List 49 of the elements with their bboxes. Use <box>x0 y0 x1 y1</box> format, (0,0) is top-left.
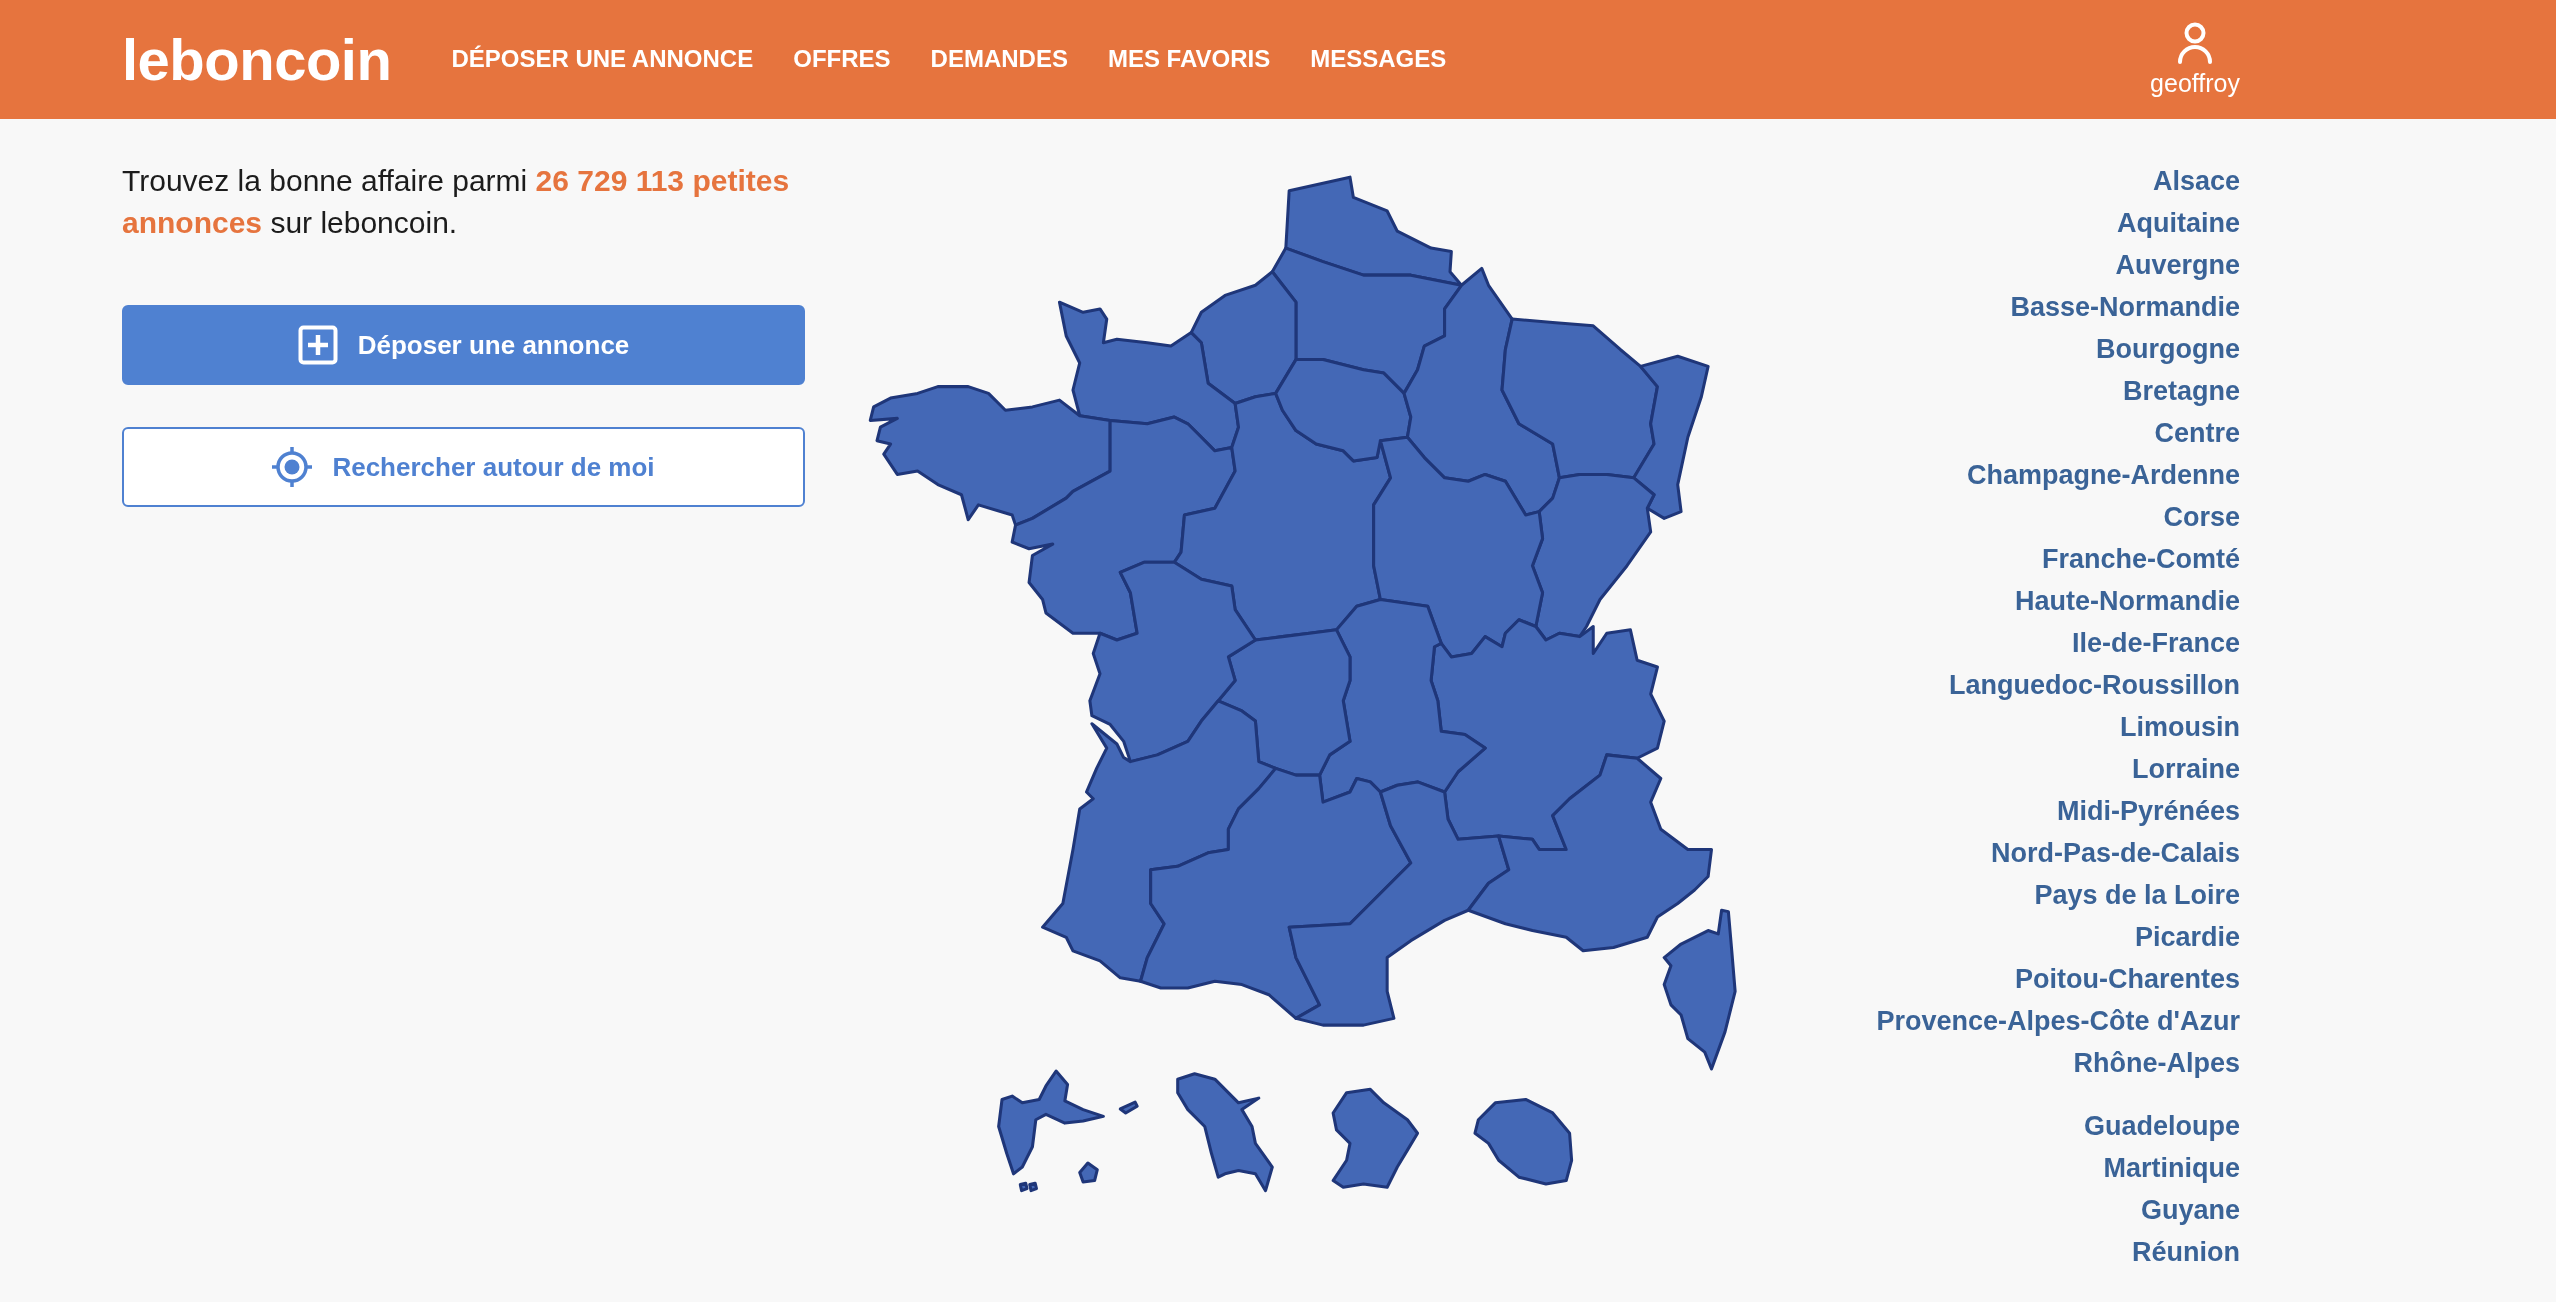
map-region[interactable] <box>1041 699 1278 983</box>
region-link[interactable]: Languedoc-Roussillon <box>1949 664 2240 706</box>
region-link[interactable]: Auvergne <box>2115 244 2240 286</box>
intro-text: Trouvez la bonne affaire parmi 26 729 113 petites annonces sur leboncoin. <box>122 163 791 241</box>
region-link[interactable]: Lorraine <box>2131 748 2240 790</box>
region-link[interactable]: Centre <box>2154 412 2240 454</box>
post-ad-button[interactable]: Déposer une annonce <box>122 305 805 385</box>
region-link[interactable]: Limousin <box>2120 706 2240 748</box>
nav-link[interactable]: DEMANDES <box>930 45 1068 74</box>
region-link[interactable]: Guadeloupe <box>2084 1105 2240 1147</box>
region-link[interactable]: Poitou-Charentes <box>2014 958 2240 1000</box>
search-nearby-button[interactable]: Rechercher autour de moi <box>122 427 805 507</box>
region-link[interactable]: Bretagne <box>2122 370 2240 412</box>
region-link[interactable]: Basse-Normandie <box>2010 286 2240 328</box>
region-link[interactable]: Aquitaine <box>2117 202 2240 244</box>
user-account-link[interactable]: geoffroy <box>2150 21 2240 98</box>
region-link[interactable]: Haute-Normandie <box>2014 580 2240 622</box>
map-region[interactable] <box>1466 753 1713 953</box>
region-link[interactable]: Nord-Pas-de-Calais <box>1990 832 2240 874</box>
region-link[interactable]: Ile-de-France <box>2071 622 2240 664</box>
map-region[interactable] <box>1662 908 1737 1071</box>
region-link[interactable]: Provence-Alpes-Côte d'Azur <box>1876 1000 2240 1042</box>
region-link[interactable]: Réunion <box>2132 1231 2240 1273</box>
map-region[interactable] <box>1500 317 1659 480</box>
region-link[interactable]: Martinique <box>2103 1147 2240 1189</box>
map-region[interactable] <box>1176 1072 1274 1193</box>
map-region[interactable] <box>997 1069 1139 1193</box>
region-link[interactable]: Champagne-Ardenne <box>1966 454 2240 496</box>
region-link[interactable]: Guyane <box>2140 1189 2240 1231</box>
nav-link[interactable]: MESSAGES <box>1310 45 1447 74</box>
region-link[interactable]: Franche-Comté <box>2041 538 2240 580</box>
region-link[interactable]: Picardie <box>2134 916 2240 958</box>
nav-link[interactable]: MES FAVORIS <box>1107 45 1271 74</box>
region-link[interactable]: Alsace <box>2152 160 2240 202</box>
plus-square-icon <box>297 325 338 365</box>
map-region[interactable] <box>1473 1097 1574 1186</box>
region-link[interactable]: Rhône-Alpes <box>2073 1042 2240 1084</box>
nav-link[interactable]: OFFRES <box>793 45 891 74</box>
region-link[interactable]: Bourgogne <box>2096 328 2240 370</box>
region-link[interactable]: Corse <box>2163 496 2240 538</box>
map-region[interactable] <box>868 385 1112 527</box>
region-link[interactable]: Midi-Pyrénées <box>2056 790 2240 832</box>
map-region[interactable] <box>1284 175 1463 287</box>
nav-link[interactable]: DÉPOSER UNE ANNONCE <box>451 45 754 74</box>
crosshair-icon <box>272 447 313 487</box>
map-region[interactable] <box>1632 354 1710 520</box>
logo[interactable]: leboncoin <box>122 30 392 89</box>
region-link[interactable]: Pays de la Loire <box>2034 874 2240 916</box>
map-region[interactable] <box>1331 1087 1420 1189</box>
